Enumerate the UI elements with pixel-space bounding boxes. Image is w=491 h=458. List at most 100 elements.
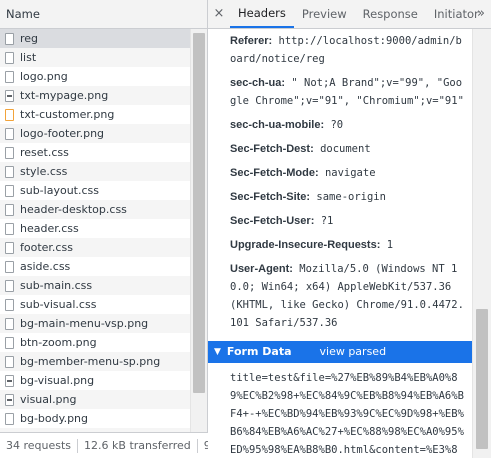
details-scrollbar[interactable] [472,29,491,458]
form-data-title: Form Data [226,345,292,358]
request-row[interactable]: aside.css [0,257,190,276]
request-row[interactable]: bg-main-menu-vsp.png [0,314,190,333]
request-name: footer.css [20,241,73,254]
header-entry: sec-ch-ua-mobile: ?0 [208,113,472,137]
request-name: bg-body.png [20,412,89,425]
request-row[interactable]: header-desktop.css [0,200,190,219]
image-file-icon [5,355,14,368]
resources-size: 978 [198,439,208,453]
request-name: bg-member-menu-sp.png [20,355,161,368]
request-name: bg-main-menu-vsp.png [20,317,149,330]
stylesheet-file-icon [5,241,14,254]
header-value: ?0 [330,119,344,131]
image-file-icon [5,412,14,425]
header-value: 1 [386,239,394,251]
details-tab-bar: × Headers Preview Response Initiator » [208,0,491,29]
header-key: User-Agent: [230,263,293,275]
request-row[interactable]: reg [0,29,190,48]
image-file-icon [5,393,14,406]
header-key: sec-ch-ua-mobile: [230,119,325,131]
tab-response[interactable]: Response [355,0,426,28]
request-row[interactable]: header.css [0,219,190,238]
header-entry: User-Agent: Mozilla/5.0 (Windows NT 10.0… [208,257,472,335]
request-row[interactable]: sub-main.css [0,276,190,295]
request-row[interactable]: bg-body.png [0,409,190,428]
request-row[interactable]: visual.png [0,390,190,409]
request-name: txt-mypage.png [20,89,109,102]
request-list-panel: Name reg list logo.png txt-mypage.png txt-cu… [0,0,208,458]
expand-triangle-icon[interactable]: ▼ [214,341,221,363]
request-name: logo-footer.png [20,127,105,140]
request-row[interactable]: footer.css [0,238,190,257]
request-list-scrollbar[interactable] [190,29,207,432]
request-row[interactable]: txt-mypage.png [0,86,190,105]
stylesheet-file-icon [5,184,14,197]
form-data-section-header[interactable]: ▼ Form Data view parsed [208,341,472,363]
image-file-icon [5,127,14,140]
request-name: reset.css [20,146,69,159]
header-entry: Referer: http://localhost:9000/admin/boa… [208,29,472,71]
stylesheet-file-icon [5,146,14,159]
more-tabs-icon[interactable]: » [477,0,485,28]
request-name: sub-visual.css [20,298,97,311]
header-entry: Sec-Fetch-Dest: document [208,137,472,161]
header-entry: Sec-Fetch-Mode: navigate [208,161,472,185]
request-name: style.css [20,165,68,178]
header-entry: sec-ch-ua: " Not;A Brand";v="99", "Googl… [208,71,472,113]
document-icon [5,51,14,64]
request-row[interactable]: list [0,48,190,67]
request-row[interactable]: sub-visual.css [0,295,190,314]
header-value: same-origin [316,191,386,203]
header-key: Referer: [230,35,273,47]
request-row[interactable]: sub-layout.css [0,181,190,200]
request-list-scroll-thumb[interactable] [193,33,205,393]
stylesheet-file-icon [5,165,14,178]
header-key: Sec-Fetch-Site: [230,191,311,203]
request-name: btn-zoom.png [20,336,97,349]
form-data-body: title=test&file=%27%EB%89%B4%EB%A0%89%EC… [230,372,464,456]
image-file-icon [5,70,14,83]
stylesheet-file-icon [5,279,14,292]
request-row[interactable]: reset.css [0,143,190,162]
request-name: reg [20,32,39,45]
image-file-icon [5,89,14,102]
stylesheet-file-icon [5,260,14,273]
stylesheet-file-icon [5,203,14,216]
header-entry: Sec-Fetch-User: ?1 [208,209,472,233]
request-details-panel: × Headers Preview Response Initiator » R… [208,0,491,458]
network-status-bar: 34 requests 12.6 kB transferred 978 [0,432,208,458]
request-name: aside.css [20,260,71,273]
details-scroll-thumb[interactable] [476,309,488,449]
request-row[interactable]: style.css [0,162,190,181]
request-name: header-desktop.css [20,203,127,216]
document-icon [5,32,14,45]
close-icon[interactable]: × [208,0,230,28]
stylesheet-file-icon [5,298,14,311]
headers-content: Referer: http://localhost:9000/admin/boa… [208,29,472,458]
header-key: Upgrade-Insecure-Requests: [230,239,381,251]
request-name: txt-customer.png [20,108,115,121]
request-name: sub-main.css [20,279,93,292]
request-row[interactable]: bg-visual.png [0,371,190,390]
request-name: bg-visual.png [20,374,95,387]
request-count: 34 requests [0,438,79,453]
header-key: sec-ch-ua: [230,77,286,89]
header-entry: Sec-Fetch-Site: same-origin [208,185,472,209]
tab-headers[interactable]: Headers [230,0,294,28]
request-row[interactable]: txt-customer.png [0,105,190,124]
request-row[interactable]: logo-footer.png [0,124,190,143]
request-row[interactable]: logo.png [0,67,190,86]
header-key: Sec-Fetch-User: [230,215,315,227]
request-row[interactable]: btn-zoom.png [0,333,190,352]
request-row[interactable]: bg-member-menu-sp.png [0,352,190,371]
header-entry: Upgrade-Insecure-Requests: 1 [208,233,472,257]
name-column-header[interactable]: Name [0,0,207,29]
request-name: logo.png [20,70,68,83]
header-value: document [320,143,371,155]
image-file-icon [5,317,14,330]
view-parsed-link[interactable]: view parsed [320,341,387,363]
request-rows: reg list logo.png txt-mypage.png txt-custome… [0,29,190,432]
request-name: visual.png [20,393,77,406]
image-file-icon [5,336,14,349]
tab-preview[interactable]: Preview [294,0,355,28]
